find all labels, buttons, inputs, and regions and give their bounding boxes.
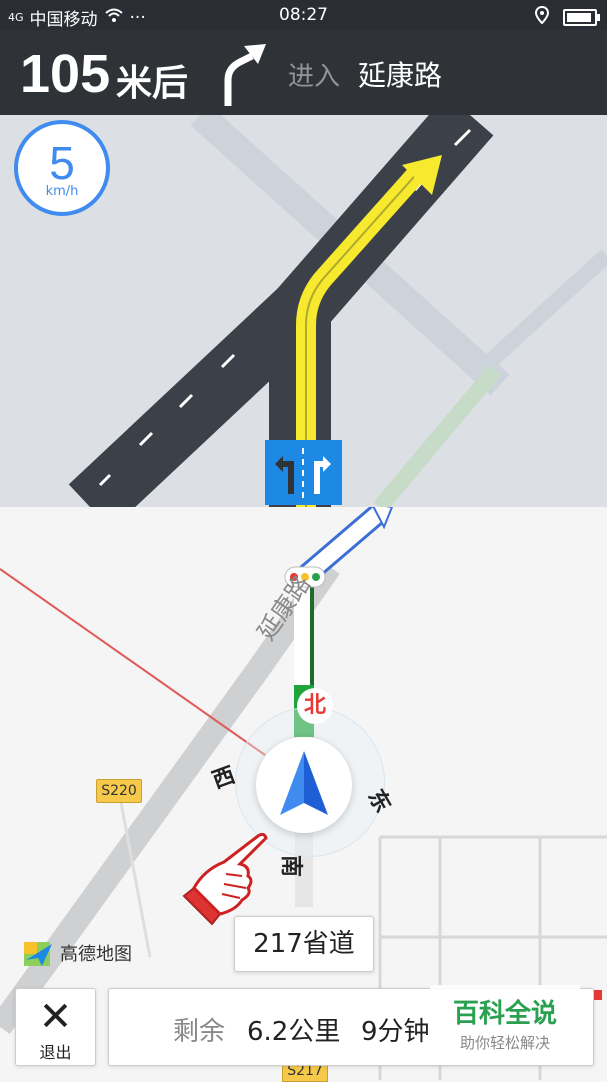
next-road-name: 延康路: [358, 59, 443, 92]
exit-button[interactable]: ✕ 退出: [15, 988, 96, 1066]
amap-brand: 高德地图: [22, 938, 132, 968]
current-road-label: 217省道: [234, 916, 374, 972]
speed-unit: km/h: [45, 184, 79, 199]
remaining-time: 9分钟: [361, 1017, 430, 1047]
exit-label: 退出: [39, 1043, 72, 1062]
remaining-label: 剩余: [173, 1017, 226, 1047]
distance-unit: 米后: [116, 63, 189, 104]
remaining-distance: 6.2公里: [247, 1017, 341, 1047]
speed-value: 5: [49, 137, 75, 189]
turn-right-arrow-icon: [212, 40, 272, 114]
location-icon: [534, 5, 550, 29]
amap-logo-icon: [24, 942, 52, 966]
status-bar: 4G 中国移动 ··· 08:27: [0, 0, 607, 30]
pointing-hand-icon: [180, 830, 270, 929]
compass-south: 南: [278, 854, 304, 878]
compass-north: 北: [297, 688, 333, 724]
vehicle-position: [256, 737, 352, 833]
close-icon: ✕: [38, 994, 73, 1040]
road-shield-s220: S220: [96, 779, 142, 803]
watermark: 百科全说 助你轻松解决: [430, 985, 580, 1053]
lane-guidance: [265, 440, 342, 505]
watermark-title: 百科全说: [452, 999, 557, 1029]
battery-icon: [563, 9, 600, 26]
watermark-subtitle: 助你轻松解决: [459, 1034, 550, 1052]
notification-marker: [594, 990, 602, 1000]
navigation-arrow-icon: [280, 751, 328, 815]
distance-value: 105: [20, 44, 111, 104]
enter-label: 进入: [288, 62, 341, 92]
brand-name: 高德地图: [60, 944, 132, 965]
speed-indicator: 5 km/h: [14, 120, 110, 216]
clock: 08:27: [279, 5, 328, 25]
turn-guidance-bar: 105 米后 进入 延康路: [0, 30, 607, 115]
